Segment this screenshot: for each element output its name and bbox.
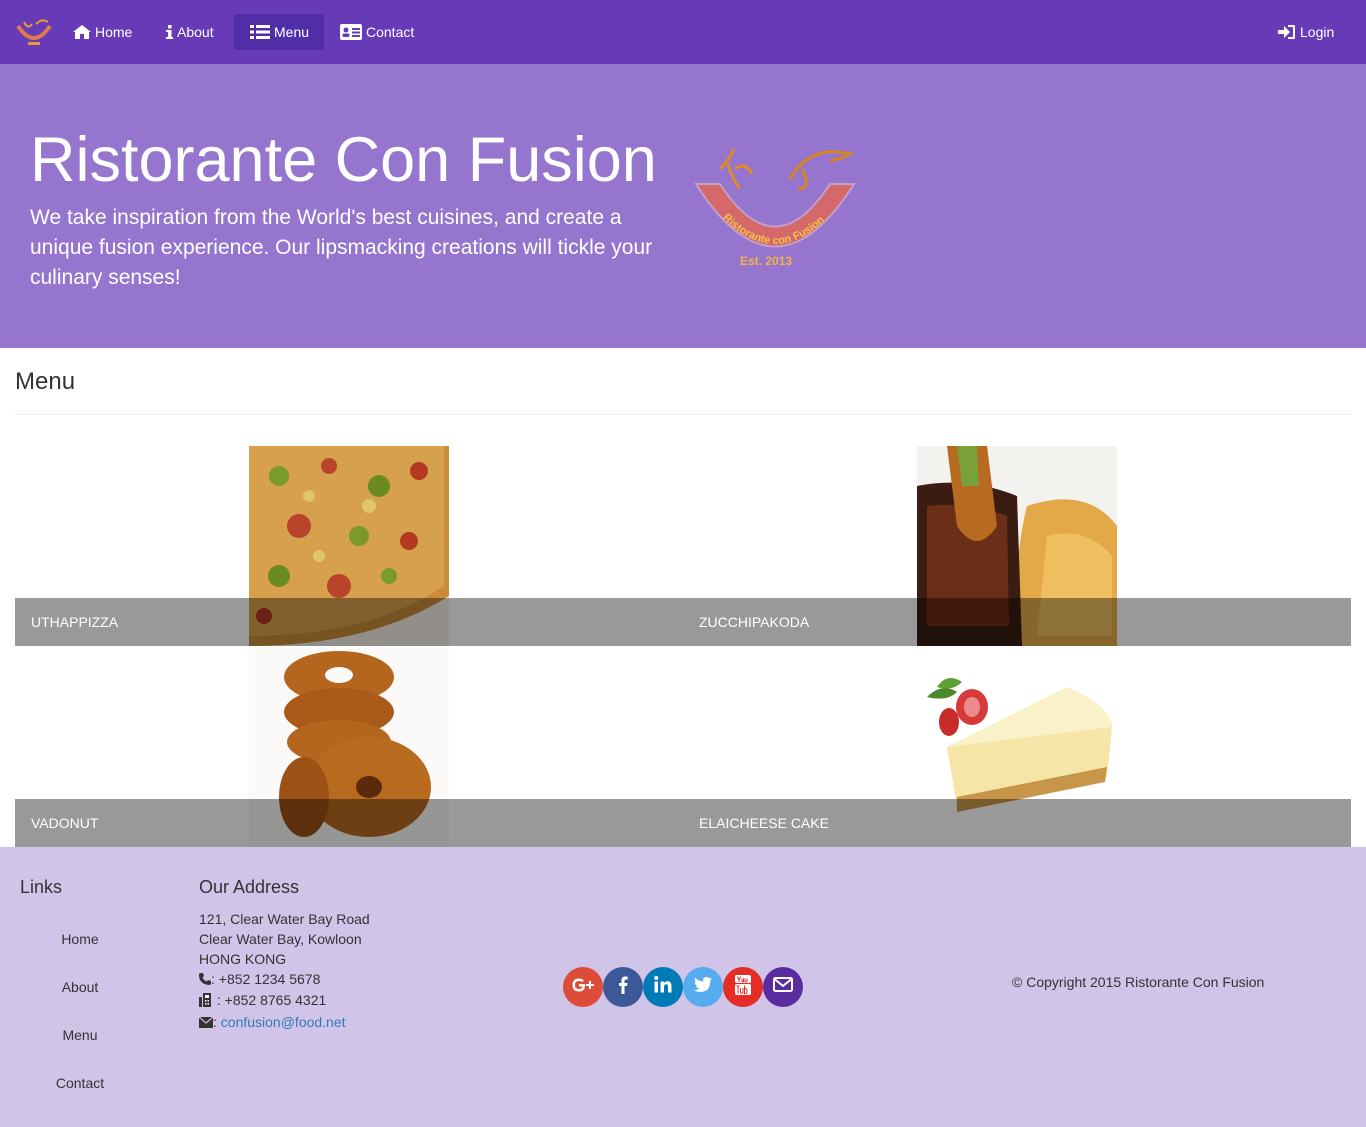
footer-link-home[interactable]: Home	[20, 931, 140, 947]
dish-name-bar: ELAICHEESE CAKE	[683, 799, 1351, 847]
nav-menu-link[interactable]: Menu	[234, 14, 324, 50]
dish-name: VADONUT	[31, 815, 99, 831]
brand-logo[interactable]	[14, 16, 54, 48]
dish-name: ZUCCHIPAKODA	[699, 614, 810, 630]
menu-heading: Menu	[15, 368, 76, 395]
dish-name-bar: ZUCCHIPAKODA	[683, 598, 1351, 646]
address-block: 121, Clear Water Bay Road Clear Water Ba…	[198, 909, 370, 1033]
footer-link-about[interactable]: About	[20, 979, 140, 995]
facebook-icon	[618, 976, 628, 999]
twitter-icon	[694, 977, 712, 997]
dish-card-zucchipakoda[interactable]: ZUCCHIPAKODA	[683, 446, 1351, 646]
footer-link-contact[interactable]: Contact	[20, 1075, 140, 1091]
email-link[interactable]: confusion@food.net	[221, 1014, 346, 1030]
nav-home-label: Home	[95, 24, 133, 40]
twitter-button[interactable]	[683, 967, 723, 1007]
email-row: : confusion@food.net	[198, 1012, 370, 1033]
phone-row: : +852 1234 5678	[199, 969, 370, 990]
google-plus-icon	[570, 977, 596, 998]
logo-est-text: Est. 2013	[740, 254, 792, 268]
phone-number: : +852 1234 5678	[211, 971, 321, 987]
nav-contact-link[interactable]: Contact	[324, 14, 430, 50]
address-line-3: HONG KONG	[199, 951, 287, 967]
youtube-icon	[735, 974, 751, 1000]
email-button[interactable]	[763, 967, 803, 1007]
dish-card-vadonut[interactable]: VADONUT	[15, 647, 683, 847]
envelope-outline-icon	[773, 977, 793, 997]
dish-card-elaicheese-cake[interactable]: ELAICHEESE CAKE	[683, 647, 1351, 847]
links-heading: Links	[20, 877, 63, 897]
footer: Links Home About Menu Contact Our Addres…	[0, 847, 1366, 1127]
dish-name: UTHAPPIZZA	[31, 614, 119, 630]
address-card-icon	[340, 24, 362, 40]
fax-number: : +852 8765 4321	[216, 992, 327, 1009]
dish-card-uthappizza[interactable]: UTHAPPIZZA	[15, 446, 683, 646]
envelope-icon	[198, 1013, 214, 1033]
linkedin-icon	[654, 976, 672, 998]
fax-icon	[199, 992, 213, 1012]
dish-name-bar: VADONUT	[15, 799, 683, 847]
nav-about-label: About	[177, 24, 214, 40]
footer-link-menu[interactable]: Menu	[20, 1027, 140, 1043]
address-line-1: 121, Clear Water Bay Road	[199, 911, 370, 927]
restaurant-description: We take inspiration from the World's bes…	[30, 206, 653, 289]
nav-about-link[interactable]: About	[150, 14, 230, 50]
linkedin-button[interactable]	[643, 967, 683, 1007]
home-icon	[73, 25, 91, 39]
login-button[interactable]: Login	[1262, 14, 1350, 50]
nav-menu-label: Menu	[274, 24, 310, 40]
social-links	[563, 967, 803, 1007]
navbar: Home About Menu Contact Login	[0, 0, 1366, 64]
login-label: Login	[1300, 24, 1335, 40]
restaurant-title: Ristorante Con Fusion	[30, 125, 657, 195]
email-separator: :	[213, 1013, 217, 1030]
copyright-text: © Copyright 2015 Ristorante Con Fusion	[1012, 974, 1265, 990]
dish-name-bar: UTHAPPIZZA	[15, 598, 683, 646]
sign-in-icon	[1278, 24, 1296, 40]
fax-row: : +852 8765 4321	[199, 990, 370, 1011]
address-heading: Our Address	[199, 877, 300, 897]
divider	[15, 414, 1351, 415]
facebook-button[interactable]	[603, 967, 643, 1007]
youtube-button[interactable]	[723, 967, 763, 1007]
jumbotron: Ristorante Con Fusion We take inspiratio…	[0, 64, 1366, 348]
google-plus-button[interactable]	[563, 967, 603, 1007]
dish-name: ELAICHEESE CAKE	[699, 815, 829, 831]
nav-home-link[interactable]: Home	[57, 14, 148, 50]
address-line-2: Clear Water Bay, Kowloon	[199, 931, 362, 947]
info-icon	[166, 25, 173, 39]
nav-contact-label: Contact	[366, 24, 415, 40]
list-icon	[250, 25, 270, 39]
phone-icon	[199, 970, 211, 990]
restaurant-logo: Ristorante con Fusion Est. 2013	[690, 148, 860, 269]
